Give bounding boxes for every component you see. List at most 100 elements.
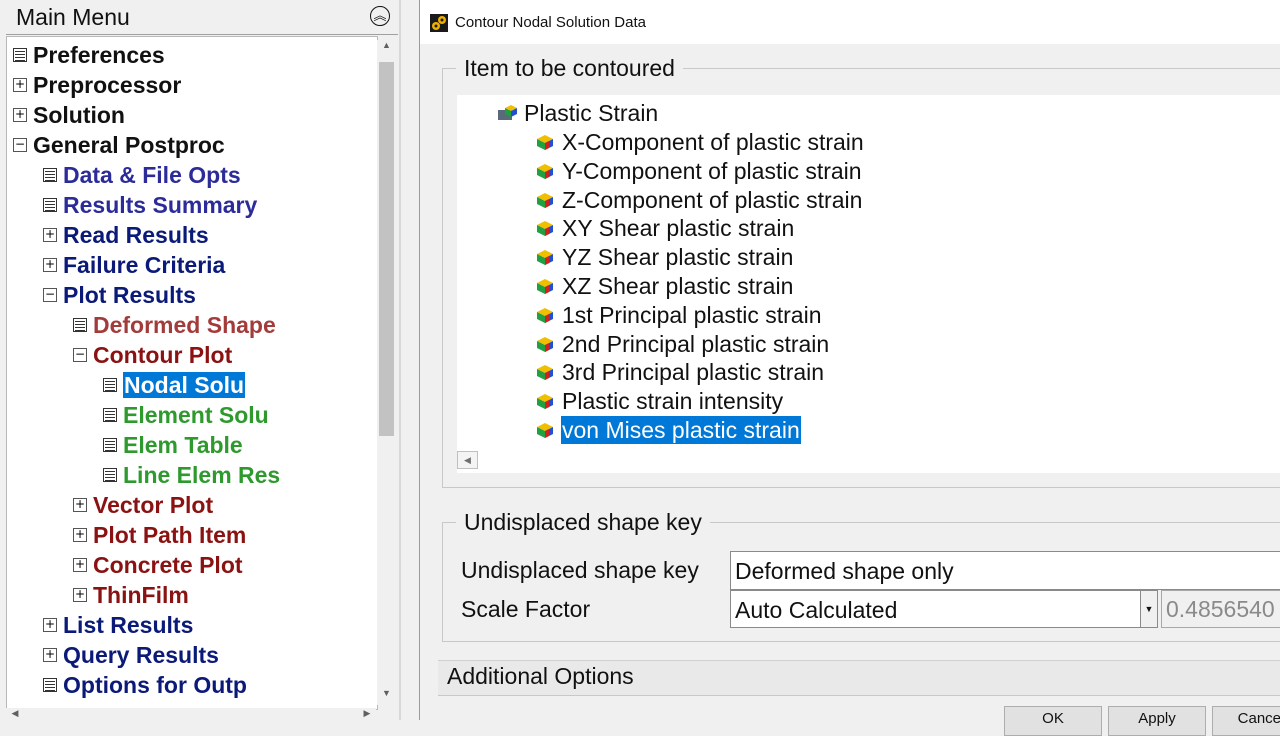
scroll-right-icon[interactable]: ▶ bbox=[360, 708, 374, 720]
menu-item-label: Concrete Plot bbox=[93, 552, 243, 578]
dialog-title: Contour Nodal Solution Data bbox=[455, 14, 646, 31]
result-cube-icon bbox=[537, 135, 553, 150]
menu-item-results-summary[interactable]: Results Summary bbox=[43, 190, 257, 220]
contour-nodal-dialog: Contour Nodal Solution Data Item to be c… bbox=[419, 0, 1280, 736]
menu-item-label: Plot Results bbox=[63, 282, 196, 308]
list-horizontal-scrollbar[interactable]: ◀ bbox=[457, 451, 1280, 469]
contour-item-label: 2nd Principal plastic strain bbox=[562, 330, 830, 357]
menu-item-plot-results[interactable]: − Plot Results bbox=[43, 280, 196, 310]
menu-item-label: Plot Path Item bbox=[93, 522, 247, 548]
menu-item-label: Deformed Shape bbox=[93, 312, 276, 338]
menu-item-label: Line Elem Res bbox=[123, 462, 281, 488]
expand-icon[interactable]: + bbox=[43, 227, 57, 242]
menu-item-vector-plot[interactable]: + Vector Plot bbox=[73, 490, 213, 520]
menu-item-line-elem-res[interactable]: Line Elem Res bbox=[103, 460, 280, 490]
menu-item-label: Failure Criteria bbox=[63, 252, 226, 278]
menu-horizontal-scrollbar[interactable]: ◀ ▶ bbox=[6, 708, 376, 720]
result-cube-icon bbox=[537, 279, 553, 294]
dialog-doc-icon bbox=[43, 167, 57, 182]
collapse-icon[interactable]: − bbox=[43, 287, 57, 302]
menu-item-element-solu[interactable]: Element Solu bbox=[103, 400, 269, 430]
collapse-icon[interactable]: − bbox=[13, 137, 27, 152]
result-cube-icon bbox=[537, 307, 553, 323]
menu-item-contour-plot[interactable]: − Contour Plot bbox=[73, 340, 232, 370]
expand-icon[interactable]: + bbox=[43, 647, 57, 662]
menu-item-preprocessor[interactable]: + Preprocessor bbox=[13, 70, 181, 100]
dialog-doc-icon bbox=[103, 437, 117, 452]
panel-splitter[interactable] bbox=[399, 0, 401, 720]
scroll-left-icon[interactable]: ◀ bbox=[457, 451, 478, 469]
cancel-button[interactable]: Cancel bbox=[1212, 706, 1280, 736]
menu-item-read-results[interactable]: + Read Results bbox=[43, 220, 209, 250]
expand-icon[interactable]: + bbox=[73, 557, 87, 572]
contour-item-label: YZ Shear plastic strain bbox=[562, 244, 794, 271]
scroll-down-icon[interactable]: ▼ bbox=[377, 688, 396, 705]
ok-button[interactable]: OK bbox=[1004, 706, 1102, 736]
scroll-up-icon[interactable]: ▲ bbox=[377, 40, 396, 57]
expand-icon[interactable]: + bbox=[43, 617, 57, 632]
menu-item-label: Contour Plot bbox=[93, 342, 233, 368]
menu-vertical-scrollbar[interactable]: ▲ ▼ bbox=[377, 40, 396, 705]
menu-item-query-results[interactable]: + Query Results bbox=[43, 640, 219, 670]
main-menu-header: Main Menu ︽ bbox=[6, 0, 398, 35]
menu-item-preferences[interactable]: Preferences bbox=[13, 40, 165, 70]
collapse-icon[interactable]: − bbox=[73, 347, 87, 362]
undisplaced-key-field[interactable]: Deformed shape only bbox=[730, 551, 1280, 590]
contour-item-list[interactable]: Plastic Strain X-Component of plastic str… bbox=[457, 95, 1280, 473]
expand-icon[interactable]: + bbox=[73, 587, 87, 602]
menu-item-options-for-outp[interactable]: Options for Outp bbox=[43, 670, 247, 700]
main-menu-panel: Main Menu ︽ Preferences + Preprocessor + Sol… bbox=[0, 0, 400, 720]
contour-item-label: 3rd Principal plastic strain bbox=[562, 359, 825, 386]
menu-item-label: Preferences bbox=[33, 42, 165, 68]
menu-item-general-postproc[interactable]: − General Postproc bbox=[13, 130, 225, 160]
expand-icon[interactable]: + bbox=[13, 107, 27, 122]
result-cube-icon bbox=[537, 394, 553, 410]
menu-item-list-results[interactable]: + List Results bbox=[43, 610, 193, 640]
undisplaced-key-label: Undisplaced shape key bbox=[461, 557, 699, 583]
expand-icon[interactable]: + bbox=[43, 257, 57, 272]
menu-item-label: Solution bbox=[33, 102, 125, 128]
contour-item-label: 1st Principal plastic strain bbox=[562, 301, 822, 328]
additional-options-section[interactable]: Additional Options bbox=[438, 660, 1280, 696]
result-cube-icon bbox=[537, 163, 553, 179]
menu-item-solution[interactable]: + Solution bbox=[13, 100, 125, 130]
menu-item-thinfilm[interactable]: + ThinFilm bbox=[73, 580, 189, 610]
chevron-down-icon[interactable]: ▼ bbox=[1140, 591, 1157, 627]
scroll-left-icon[interactable]: ◀ bbox=[8, 708, 22, 720]
contour-item-label: Plastic strain intensity bbox=[562, 388, 784, 415]
menu-item-failure-criteria[interactable]: + Failure Criteria bbox=[43, 250, 225, 280]
menu-item-label: Options for Outp bbox=[63, 672, 247, 698]
expand-icon[interactable]: + bbox=[13, 77, 27, 92]
dialog-doc-icon bbox=[13, 47, 27, 62]
result-cube-icon bbox=[537, 423, 553, 438]
menu-item-elem-table[interactable]: Elem Table bbox=[103, 430, 243, 460]
dialog-doc-icon bbox=[103, 377, 117, 392]
collapse-menu-icon[interactable]: ︽ bbox=[370, 6, 390, 26]
menu-item-plot-path-item[interactable]: + Plot Path Item bbox=[73, 520, 246, 550]
menu-item-concrete-plot[interactable]: + Concrete Plot bbox=[73, 550, 243, 580]
menu-item-nodal-solu[interactable]: Nodal Solu bbox=[103, 370, 246, 400]
menu-item-label: Elem Table bbox=[123, 432, 243, 458]
contour-item-label: XY Shear plastic strain bbox=[562, 215, 795, 242]
scrollbar-thumb[interactable] bbox=[379, 62, 394, 436]
dialog-doc-icon bbox=[103, 407, 117, 422]
menu-item-data-file-opts[interactable]: Data & File Opts bbox=[43, 160, 241, 190]
menu-item-label: ThinFilm bbox=[93, 582, 189, 608]
result-cube-icon bbox=[537, 192, 553, 208]
result-cube-icon bbox=[537, 221, 553, 237]
menu-item-deformed-shape[interactable]: Deformed Shape bbox=[73, 310, 276, 340]
expand-icon[interactable]: + bbox=[73, 497, 87, 512]
menu-item-label: Query Results bbox=[63, 642, 219, 668]
menu-item-label: General Postproc bbox=[33, 132, 225, 158]
undisplaced-group-label: Undisplaced shape key bbox=[456, 509, 710, 536]
scale-factor-select[interactable]: Auto Calculated ▼ bbox=[730, 590, 1158, 628]
dialog-doc-icon bbox=[43, 677, 57, 692]
result-cube-icon bbox=[537, 250, 553, 266]
dialog-doc-icon bbox=[103, 467, 117, 482]
apply-button[interactable]: Apply bbox=[1108, 706, 1206, 736]
dialog-doc-icon bbox=[43, 197, 57, 212]
contour-item-label: Y-Component of plastic strain bbox=[562, 157, 862, 184]
dialog-doc-icon bbox=[73, 317, 87, 332]
expand-icon[interactable]: + bbox=[73, 527, 87, 542]
contour-item-label: X-Component of plastic strain bbox=[562, 129, 864, 155]
